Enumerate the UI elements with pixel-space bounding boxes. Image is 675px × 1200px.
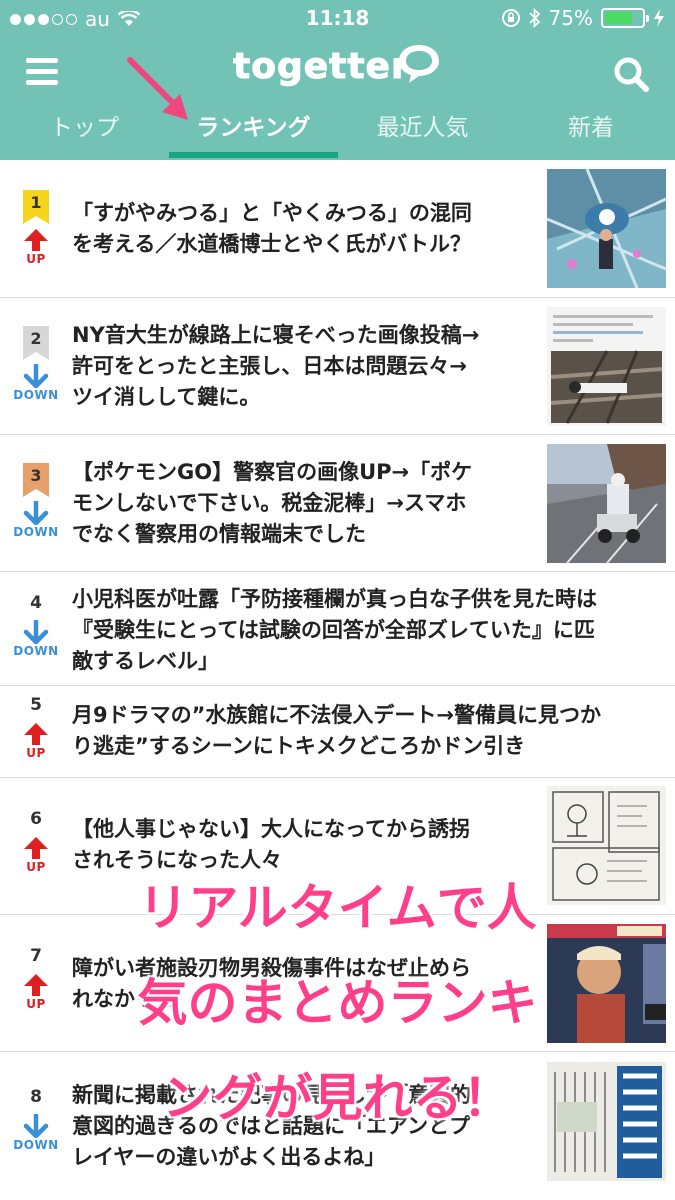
title-line: り逃走”するシーンにトキメクどころかドン引き — [72, 734, 526, 758]
list-item[interactable]: 2 DOWN NY音大生が線路上に寝そべった画像投稿→ 許可をとったと主張し、日… — [0, 298, 675, 435]
rank-direction: UP — [26, 252, 46, 266]
app-header: au 11:18 75% togetter トップ ランキング 最近人気 新着 — [0, 0, 675, 160]
rank-badge: 1 — [23, 190, 49, 224]
battery-icon — [601, 8, 649, 28]
promo-overlay-line: ングが見れる！ — [162, 1069, 513, 1127]
rank-badge: 3 — [23, 463, 49, 497]
title-line: 「すがやみつる」と「やくみつる」の混同 — [72, 201, 472, 225]
rank-badge: 2 — [23, 326, 49, 360]
item-title: 小児科医が吐露「予防接種欄が真っ白な子供を見た時は 『受験生にとっては試験の回答… — [72, 584, 597, 677]
title-line: 『受験生にとっては試験の回答が全部ズレていた』に匹 — [72, 618, 595, 642]
title-line: NY音大生が線路上に寝そべった画像投稿→ — [72, 323, 480, 347]
active-tab-indicator — [169, 152, 338, 158]
tab-recent-popular[interactable]: 最近人気 — [338, 105, 507, 160]
promo-overlay-line: リアルタイムで人 — [138, 879, 537, 937]
thumbnail-image — [547, 444, 666, 563]
speech-bubble-icon — [399, 45, 439, 83]
bluetooth-icon — [528, 8, 540, 28]
status-right: 75% — [501, 6, 665, 30]
title-line: モンしないで下さい。税金泥棒」→スマホ — [72, 491, 467, 515]
togetter-logo[interactable]: togetter — [233, 42, 443, 90]
rotation-lock-icon — [501, 9, 520, 27]
title-line: を考える／水道橋博士とやく氏がバトル？ — [72, 232, 471, 256]
promo-overlay-line: 気のまとめランキ — [137, 974, 538, 1032]
down-arrow-icon — [23, 364, 49, 388]
title-line: ツイ消しして鍵に。 — [72, 385, 261, 409]
rank-number: 4 — [30, 593, 42, 613]
rank-direction: UP — [26, 746, 46, 760]
item-title: NY音大生が線路上に寝そべった画像投稿→ 許可をとったと主張し、日本は問題云々→… — [72, 320, 479, 413]
list-item[interactable]: 4 DOWN 小児科医が吐露「予防接種欄が真っ白な子供を見た時は 『受験生にとっ… — [0, 572, 675, 686]
down-arrow-icon — [23, 501, 49, 525]
rank-direction: DOWN — [13, 525, 59, 539]
rank-number: 5 — [30, 695, 42, 715]
list-item[interactable]: 1 UP 「すがやみつる」と「やくみつる」の混同 を考える／水道橋博士とやく氏が… — [0, 160, 675, 298]
up-arrow-icon — [24, 723, 48, 745]
rank-direction: DOWN — [13, 388, 59, 402]
thumbnail-image — [547, 169, 666, 288]
rank-indicator: 2 DOWN — [10, 326, 62, 402]
thumbnail-image — [547, 307, 666, 426]
rank-indicator: 5 UP — [10, 692, 62, 760]
status-bar: au 11:18 75% — [0, 0, 675, 38]
title-line: 【ポケモンGO】警察官の画像UP→「ポケ — [72, 460, 473, 484]
search-icon[interactable] — [613, 56, 649, 92]
title-line: 敵するレベル」 — [72, 649, 219, 673]
item-title: 「すがやみつる」と「やくみつる」の混同 を考える／水道橋博士とやく氏がバトル？ — [72, 198, 472, 260]
menu-icon[interactable] — [26, 58, 58, 86]
rank-indicator: 4 DOWN — [10, 590, 62, 658]
charging-icon — [654, 9, 664, 27]
title-line: 【他人事じゃない】大人になってから誘拐 — [72, 817, 470, 841]
list-item[interactable]: 3 DOWN 【ポケモンGO】警察官の画像UP→「ポケ モンしないで下さい。税金… — [0, 435, 675, 572]
up-arrow-icon — [24, 837, 48, 859]
title-line: レイヤーの違いがよく出るよね」 — [72, 1145, 386, 1169]
pointer-arrow-icon — [127, 57, 188, 120]
item-title: 【他人事じゃない】大人になってから誘拐 されそうになった人々 — [72, 814, 470, 876]
rank-indicator: 3 DOWN — [10, 463, 62, 539]
logo-text: togetter — [233, 46, 410, 88]
rank-direction: DOWN — [13, 644, 59, 658]
item-title: 【ポケモンGO】警察官の画像UP→「ポケ モンしないで下さい。税金泥棒」→スマホ… — [72, 457, 472, 550]
item-title: 月9ドラマの”水族館に不法侵入デート→警備員に見つか り逃走”するシーンにトキメ… — [72, 700, 601, 762]
title-line: 小児科医が吐露「予防接種欄が真っ白な子供を見た時は — [72, 587, 597, 611]
rank-indicator: 1 UP — [10, 190, 62, 266]
tab-new[interactable]: 新着 — [507, 105, 675, 160]
rank-indicator: 6 UP — [10, 806, 62, 874]
rank-direction: DOWN — [13, 1138, 59, 1152]
list-item[interactable]: 5 UP 月9ドラマの”水族館に不法侵入デート→警備員に見つか り逃走”するシー… — [0, 686, 675, 778]
down-arrow-icon — [23, 620, 49, 644]
rank-number: 6 — [30, 809, 42, 829]
up-arrow-icon — [24, 229, 48, 251]
title-line: 許可をとったと主張し、日本は問題云々→ — [72, 354, 467, 378]
title-line: でなく警察用の情報端末でした — [72, 522, 366, 546]
title-line: 月9ドラマの”水族館に不法侵入デート→警備員に見つか — [72, 703, 602, 727]
battery-percent: 75% — [548, 6, 593, 30]
